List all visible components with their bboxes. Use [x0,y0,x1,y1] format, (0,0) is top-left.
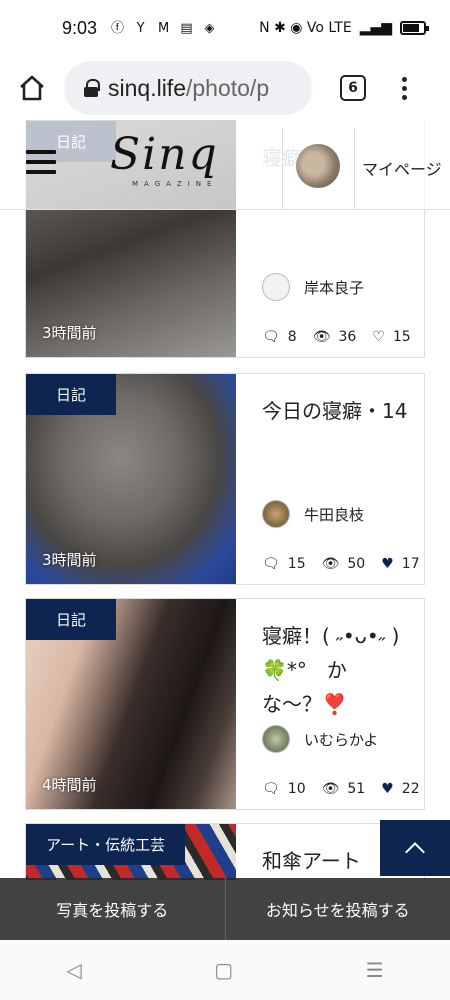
article-list: 日記 3時間前 寝癖 岸本良子 🗨 8 👁 36 ♡ 15 日記 3時間前 [0,120,450,880]
post-photo-button[interactable]: 写真を投稿する [0,878,225,940]
author: 岸本良子 [262,273,364,301]
author: いむらかよ [262,725,378,753]
comment-count: 10 [287,781,306,797]
category-badge: アート・伝統工芸 [26,824,186,865]
comment-icon: 🗨 [262,329,280,345]
author-name: 牛田良枝 [304,505,365,524]
comment-icon: 🗨 [262,556,280,572]
back-icon[interactable]: ◁ [66,958,81,982]
home-icon [20,75,44,101]
action-bar: 写真を投稿する お知らせを投稿する [0,878,450,940]
user-avatar[interactable] [296,144,340,188]
notification-icons: ⓕ Y M ▤ ◈ [109,20,218,37]
author-name: いむらかよ [304,730,379,749]
eye-icon: 👁 [321,556,340,572]
comment-icon: 🗨 [262,781,280,797]
heart-outline-icon[interactable]: ♡ [372,329,385,345]
battery-icon [400,21,429,35]
eye-icon: 👁 [321,781,340,797]
card-stats: 🗨 10 👁 51 ♥ 22 [262,781,430,797]
time-ago: 3時間前 [42,551,97,569]
card-stats: 🗨 8 👁 36 ♡ 15 [262,329,421,345]
lock-icon [84,79,100,97]
chevron-up-icon [405,842,425,862]
view-count: 50 [347,556,366,572]
yahoo-icon: Y [136,20,145,36]
card-title: 寝癖！( ˶•ᴗ•˶ )🍀*° かな〜？❣️ [262,624,400,716]
card-thumbnail: 日記 4時間前 [26,599,236,809]
time-ago: 3時間前 [42,324,97,342]
scroll-top-button[interactable] [380,820,450,876]
time-ago: 4時間前 [42,776,97,794]
url-host: sinq.life [108,74,186,101]
url-bar[interactable]: sinq.life/photo/p [64,61,312,115]
package-icon: ◈ [204,20,215,36]
site-header: Sinq MAGAZINE マイページ [0,120,450,210]
card-stats: 🗨 15 👁 50 ♥ 17 [262,556,430,572]
status-right: N ✱ ◉ Vo LTE ▂▄▆ [259,20,429,36]
status-time: 9:03 [62,17,98,38]
android-nav-bar: ◁ ▢ ☰ [0,940,450,1000]
facebook-icon: ⓕ [111,20,125,36]
url-text: sinq.life/photo/p [108,75,269,102]
article-card[interactable]: アート・伝統工芸 和傘アート [25,823,425,880]
divider [282,128,283,210]
heart-filled-icon[interactable]: ♥ [381,556,394,572]
status-bar: 9:03 ⓕ Y M ▤ ◈ N ✱ ◉ Vo LTE ▂▄▆ [0,0,450,56]
signal-icon: ▂▄▆ [359,20,392,36]
category-badge: 日記 [26,599,117,640]
post-news-button[interactable]: お知らせを投稿する [226,878,450,940]
avatar [262,500,290,528]
author: 牛田良枝 [262,500,364,528]
menu-icon[interactable] [402,76,407,100]
heart-filled-icon[interactable]: ♥ [381,781,394,797]
logo-subtitle: MAGAZINE [132,180,218,188]
category-badge: 日記 [26,374,117,415]
author-name: 岸本良子 [304,278,365,297]
divider [354,128,355,210]
avatar [262,273,290,301]
like-count: 15 [392,329,411,345]
view-count: 51 [347,781,366,797]
system-icons: N ✱ ◉ Vo LTE [259,20,352,36]
card-thumbnail: アート・伝統工芸 [26,824,236,880]
eye-icon: 👁 [312,329,331,345]
logo-text: Sinq [110,129,219,180]
hamburger-menu-icon[interactable] [26,150,56,174]
like-count: 17 [401,556,420,572]
url-path: /photo/p [185,74,270,101]
view-count: 36 [338,329,357,345]
avatar [262,725,290,753]
home-nav-icon[interactable]: ▢ [214,958,233,982]
tab-switcher-button[interactable]: 6 [340,75,366,101]
comment-count: 8 [287,329,297,345]
mypage-link[interactable]: マイページ [362,156,442,180]
article-card[interactable]: 日記 4時間前 寝癖！( ˶•ᴗ•˶ )🍀*° かな〜？❣️ いむらかよ 🗨 1… [25,598,425,810]
comment-count: 15 [287,556,306,572]
card-thumbnail: 日記 3時間前 [26,374,236,584]
like-count: 22 [401,781,420,797]
card-title: 今日の寝癖・14 [262,399,408,423]
home-button[interactable] [0,56,64,120]
article-card[interactable]: 日記 3時間前 今日の寝癖・14 牛田良枝 🗨 15 👁 50 ♥ 17 [25,373,425,585]
news-icon: ▤ [180,20,193,36]
gmail-icon: M [157,20,170,36]
recents-icon[interactable]: ☰ [366,958,384,982]
browser-toolbar: sinq.life/photo/p 6 [0,56,450,120]
site-logo[interactable]: Sinq MAGAZINE [110,130,240,200]
